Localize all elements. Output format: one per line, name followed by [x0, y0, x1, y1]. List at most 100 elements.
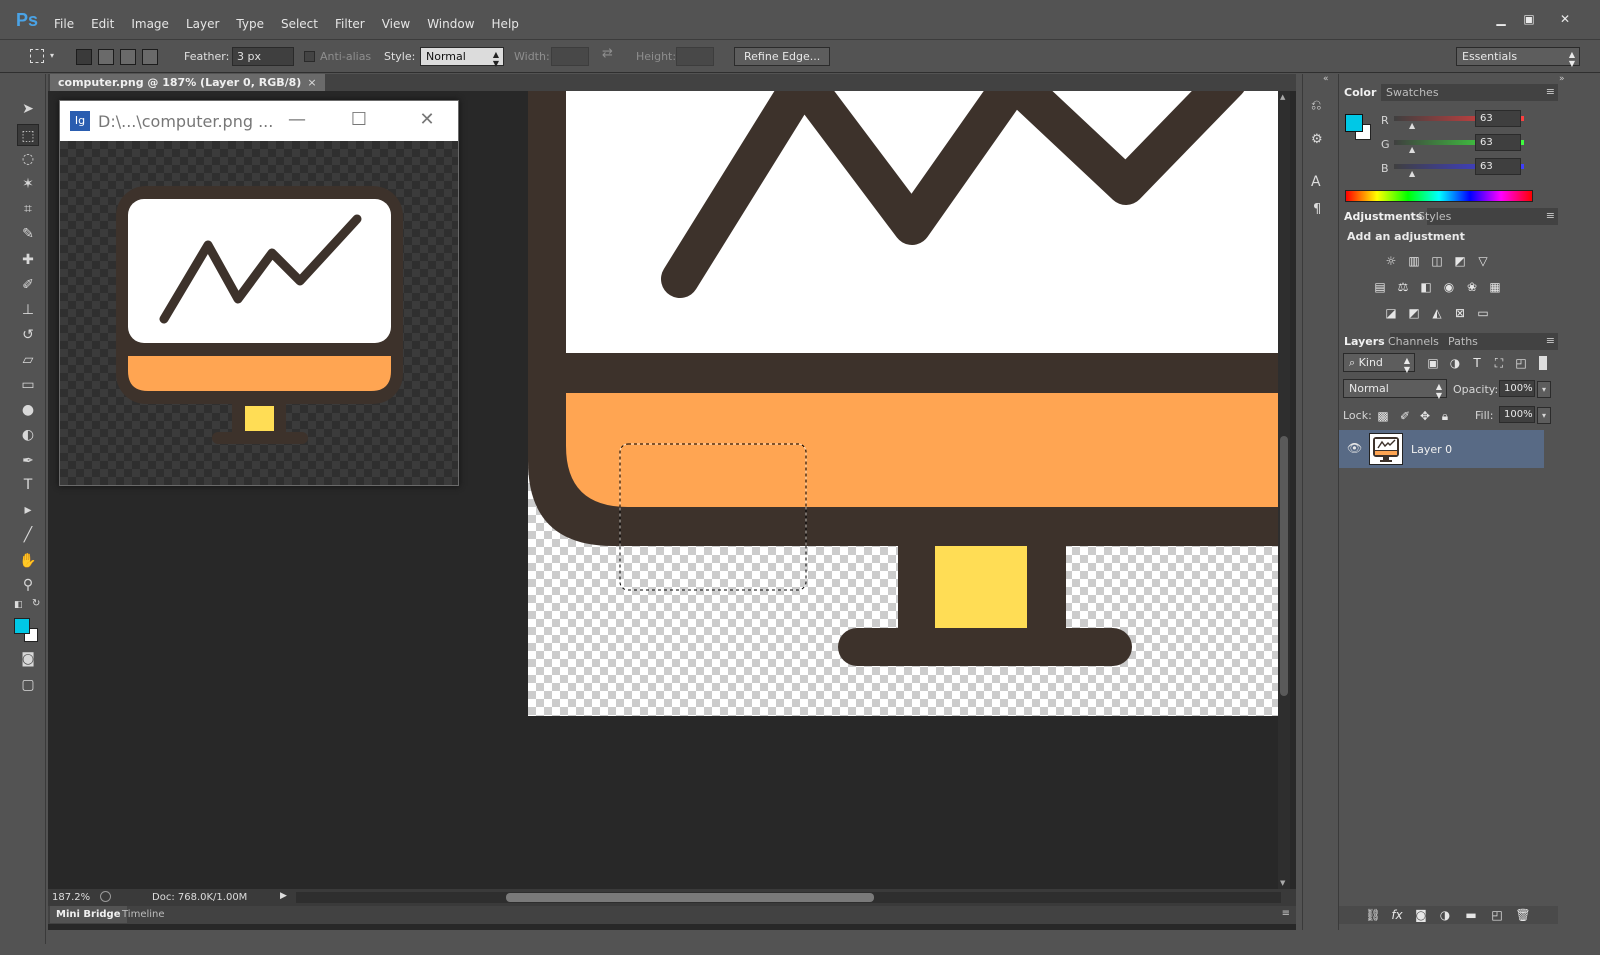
curves-icon[interactable]: ◫	[1429, 253, 1445, 269]
red-slider-handle-icon[interactable]: ▲	[1409, 121, 1415, 130]
black-white-icon[interactable]: ◧	[1418, 279, 1434, 295]
vibrance-icon[interactable]: ▽	[1475, 253, 1491, 269]
opacity-dropdown-icon[interactable]: ▾	[1537, 381, 1551, 398]
color-lookup-icon[interactable]: ▦	[1487, 279, 1503, 295]
foreground-color-swatch[interactable]	[14, 618, 30, 634]
gradient-tool-icon[interactable]: ▭	[17, 374, 39, 396]
status-menu-arrow-icon[interactable]: ▶	[280, 891, 287, 901]
green-value[interactable]: 63	[1475, 134, 1521, 151]
blue-value[interactable]: 63	[1475, 158, 1521, 175]
scroll-down-icon[interactable]: ▼	[1280, 879, 1285, 887]
tab-swatches[interactable]: Swatches	[1381, 84, 1444, 101]
menu-type[interactable]: Type	[236, 17, 264, 31]
tab-mini-bridge[interactable]: Mini Bridge	[50, 906, 127, 923]
new-group-icon[interactable]: ▬	[1463, 907, 1479, 923]
link-layers-icon[interactable]: ⛓	[1365, 907, 1381, 923]
eraser-tool-icon[interactable]: ▱	[17, 349, 39, 371]
clone-stamp-tool-icon[interactable]: ⊥	[17, 299, 39, 321]
hue-saturation-icon[interactable]: ▤	[1372, 279, 1388, 295]
blend-mode-dropdown[interactable]: Normal ▲ ▼	[1343, 379, 1447, 400]
path-selection-tool-icon[interactable]: ▸	[17, 499, 39, 521]
vertical-scrollbar[interactable]: ▲ ▼	[1278, 91, 1290, 889]
swap-colors-icon[interactable]: ↻	[32, 598, 40, 609]
channel-mixer-icon[interactable]: ❀	[1464, 279, 1480, 295]
posterize-icon[interactable]: ◩	[1406, 305, 1422, 321]
color-balance-icon[interactable]: ⚖	[1395, 279, 1411, 295]
tab-timeline[interactable]: Timeline	[122, 909, 165, 920]
blue-slider-handle-icon[interactable]: ▲	[1409, 169, 1415, 178]
pen-tool-icon[interactable]: ✒	[17, 450, 39, 472]
dodge-tool-icon[interactable]: ◐	[17, 424, 39, 446]
layer-style-icon[interactable]: fx	[1389, 907, 1405, 923]
type-tool-icon[interactable]: T	[17, 474, 39, 496]
layer-name[interactable]: Layer 0	[1411, 443, 1452, 456]
panel-menu-icon[interactable]: ≡	[1546, 85, 1555, 98]
fill-value[interactable]: 100%	[1499, 406, 1535, 423]
marquee-preset-icon[interactable]	[30, 49, 44, 63]
eyedropper-tool-icon[interactable]: ✎	[17, 223, 39, 245]
tab-paths[interactable]: Paths	[1443, 333, 1483, 350]
threshold-icon[interactable]: ◭	[1429, 305, 1445, 321]
brightness-contrast-icon[interactable]: ☼	[1383, 253, 1399, 269]
filter-toggle-icon[interactable]	[1539, 356, 1547, 370]
viewer-maximize-icon[interactable]: ☐	[344, 107, 374, 133]
magic-wand-tool-icon[interactable]: ✶	[17, 173, 39, 195]
feather-input[interactable]: 3 px	[232, 47, 294, 66]
menu-layer[interactable]: Layer	[186, 17, 219, 31]
new-selection-icon[interactable]	[76, 49, 92, 65]
opacity-value[interactable]: 100%	[1499, 380, 1535, 397]
levels-icon[interactable]: ▥	[1406, 253, 1422, 269]
menu-image[interactable]: Image	[131, 17, 169, 31]
crop-tool-icon[interactable]: ⌗	[17, 198, 39, 220]
filter-smart-object-icon[interactable]: ◰	[1513, 355, 1529, 371]
filter-type-icon[interactable]: T	[1469, 355, 1485, 371]
lock-all-icon[interactable]: 🔒︎	[1437, 408, 1453, 424]
history-brush-tool-icon[interactable]: ↺	[17, 324, 39, 346]
lock-position-icon[interactable]: ✥	[1417, 408, 1433, 424]
menu-help[interactable]: Help	[492, 17, 519, 31]
panel-menu-icon[interactable]: ≡	[1546, 334, 1555, 347]
close-window-button[interactable]: ✕	[1552, 10, 1578, 28]
viewer-close-icon[interactable]: ✕	[412, 107, 442, 133]
move-tool-icon[interactable]: ➤	[17, 98, 39, 120]
menu-edit[interactable]: Edit	[91, 17, 114, 31]
close-tab-icon[interactable]: ×	[307, 76, 316, 89]
preset-dropdown-icon[interactable]: ▾	[50, 51, 54, 60]
horizontal-scroll-thumb[interactable]	[506, 893, 874, 902]
line-tool-icon[interactable]: ╱	[17, 524, 39, 546]
paragraph-panel-icon[interactable]: ¶	[1313, 202, 1321, 217]
anti-alias-checkbox[interactable]	[304, 51, 315, 62]
scroll-up-icon[interactable]: ▲	[1280, 93, 1285, 101]
lock-image-pixels-icon[interactable]: ✐	[1397, 408, 1413, 424]
gradient-map-icon[interactable]: ▭	[1475, 305, 1491, 321]
new-layer-icon[interactable]: ◰	[1489, 907, 1505, 923]
character-panel-icon[interactable]: A	[1311, 174, 1321, 190]
selective-color-icon[interactable]: ⊠	[1452, 305, 1468, 321]
color-spectrum-bar[interactable]	[1345, 190, 1533, 202]
menu-file[interactable]: File	[54, 17, 74, 31]
maximize-button[interactable]: ▣	[1516, 10, 1542, 28]
tab-channels[interactable]: Channels	[1383, 333, 1444, 350]
minimize-button[interactable]: ▁	[1488, 10, 1514, 28]
refine-edge-button[interactable]: Refine Edge...	[734, 47, 831, 66]
add-mask-icon[interactable]: ◙	[1413, 907, 1429, 923]
fill-dropdown-icon[interactable]: ▾	[1537, 407, 1551, 424]
visibility-eye-icon[interactable]: 👁︎	[1347, 441, 1362, 455]
layer-row[interactable]: 👁︎ Layer 0	[1339, 430, 1544, 468]
menu-filter[interactable]: Filter	[335, 17, 365, 31]
panel-menu-icon[interactable]: ≡	[1282, 908, 1290, 919]
subtract-selection-icon[interactable]	[120, 49, 136, 65]
expand-panels-icon[interactable]: »	[1559, 74, 1565, 84]
style-dropdown[interactable]: Normal ▲ ▼	[420, 47, 504, 68]
lock-transparency-icon[interactable]: ▩	[1375, 408, 1391, 424]
hand-tool-icon[interactable]: ✋	[17, 550, 39, 572]
panel-menu-icon[interactable]: ≡	[1546, 209, 1555, 222]
quick-mask-icon[interactable]: ◙	[17, 648, 39, 670]
tab-color[interactable]: Color	[1339, 84, 1382, 101]
healing-brush-tool-icon[interactable]: ✚	[17, 249, 39, 271]
filter-shape-icon[interactable]: ⛶	[1491, 355, 1507, 371]
workspace-dropdown[interactable]: Essentials ▲ ▼	[1456, 47, 1580, 68]
intersect-selection-icon[interactable]	[142, 49, 158, 65]
brush-tool-icon[interactable]: ✐	[17, 274, 39, 296]
screen-mode-icon[interactable]: ▢	[17, 674, 39, 696]
